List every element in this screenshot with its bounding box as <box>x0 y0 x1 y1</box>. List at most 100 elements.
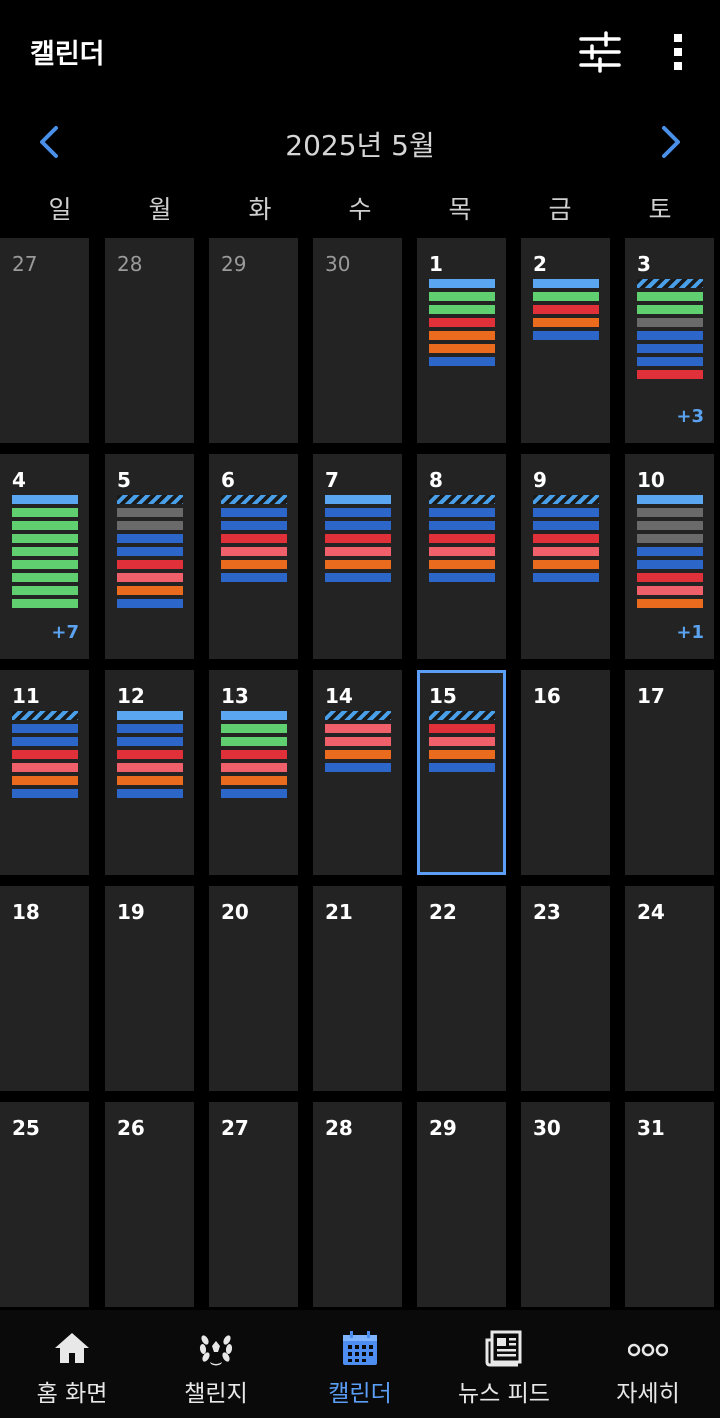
more-events-count: +7 <box>51 622 79 643</box>
event-bar <box>12 586 78 595</box>
calendar-day-cell[interactable]: 25 <box>0 1102 89 1307</box>
calendar-grid: 27 28 29 30 1 2 3 +3 4 +7 5 6 7 8 9 10 +1 11 12 13 14 15 16 17 1… <box>0 238 720 1308</box>
more-events-count: +1 <box>676 622 704 643</box>
day-number: 30 <box>533 1116 561 1140</box>
event-bar-striped <box>12 711 78 720</box>
event-bar <box>533 318 599 327</box>
event-bar <box>12 560 78 569</box>
calendar-day-cell[interactable]: 22 <box>417 886 506 1091</box>
event-bar <box>117 711 183 720</box>
nav-calendar[interactable]: 캘린더 <box>288 1310 432 1418</box>
calendar-day-cell[interactable]: 26 <box>105 1102 194 1307</box>
calendar-day-cell[interactable]: 11 <box>0 670 89 875</box>
calendar-day-cell[interactable]: 10 +1 <box>625 454 714 659</box>
event-bar <box>429 763 495 772</box>
day-number: 8 <box>429 468 443 492</box>
day-number: 30 <box>325 252 351 276</box>
overflow-menu-button[interactable] <box>660 28 696 76</box>
event-bar <box>12 737 78 746</box>
calendar-day-cell[interactable]: 6 <box>209 454 298 659</box>
calendar-day-cell[interactable]: 19 <box>105 886 194 1091</box>
day-number: 24 <box>637 900 665 924</box>
calendar-day-cell[interactable]: 28 <box>313 1102 402 1307</box>
filter-button[interactable] <box>576 28 624 76</box>
weekday-label: 토 <box>648 195 672 224</box>
event-bar <box>221 763 287 772</box>
event-bar <box>221 521 287 530</box>
event-bar <box>221 737 287 746</box>
calendar-day-cell[interactable]: 8 <box>417 454 506 659</box>
event-bars <box>325 711 391 776</box>
day-number: 6 <box>221 468 235 492</box>
event-bar <box>325 534 391 543</box>
calendar-day-cell[interactable]: 30 <box>313 238 402 443</box>
weekday-label: 화 <box>248 195 272 224</box>
calendar-day-cell[interactable]: 27 <box>0 238 89 443</box>
event-bar <box>533 279 599 288</box>
calendar-day-cell[interactable]: 12 <box>105 670 194 875</box>
calendar-day-cell[interactable]: 17 <box>625 670 714 875</box>
nav-news-feed[interactable]: 뉴스 피드 <box>432 1310 576 1418</box>
event-bar <box>637 599 703 608</box>
event-bar <box>12 534 78 543</box>
nav-home[interactable]: 홈 화면 <box>0 1310 144 1418</box>
event-bar <box>429 292 495 301</box>
calendar-day-cell[interactable]: 18 <box>0 886 89 1091</box>
event-bar-striped <box>533 495 599 504</box>
event-bars <box>221 495 287 586</box>
event-bar <box>637 495 703 504</box>
event-bar <box>637 547 703 556</box>
calendar-day-cell[interactable]: 16 <box>521 670 610 875</box>
next-month-button[interactable] <box>648 118 692 166</box>
event-bars <box>637 279 703 383</box>
event-bar <box>533 560 599 569</box>
day-number: 26 <box>117 1116 145 1140</box>
event-bars <box>12 495 78 612</box>
nav-challenge[interactable]: 챌린지 <box>144 1310 288 1418</box>
event-bar <box>12 573 78 582</box>
calendar-day-cell[interactable]: 29 <box>209 238 298 443</box>
calendar-day-cell[interactable]: 23 <box>521 886 610 1091</box>
calendar-day-cell[interactable]: 13 <box>209 670 298 875</box>
calendar-day-cell[interactable]: 2 <box>521 238 610 443</box>
calendar-day-cell[interactable]: 4 +7 <box>0 454 89 659</box>
event-bar <box>117 737 183 746</box>
day-number: 15 <box>429 684 457 708</box>
event-bar <box>221 560 287 569</box>
day-number: 3 <box>637 252 651 276</box>
calendar-day-cell[interactable]: 27 <box>209 1102 298 1307</box>
event-bar <box>429 521 495 530</box>
event-bar <box>325 737 391 746</box>
calendar-day-cell[interactable]: 3 +3 <box>625 238 714 443</box>
calendar-day-cell[interactable]: 28 <box>105 238 194 443</box>
event-bar <box>325 724 391 733</box>
calendar-day-cell[interactable]: 9 <box>521 454 610 659</box>
calendar-day-cell[interactable]: 29 <box>417 1102 506 1307</box>
calendar-day-cell[interactable]: 14 <box>313 670 402 875</box>
calendar-icon <box>343 1331 377 1365</box>
day-number: 4 <box>12 468 26 492</box>
event-bar <box>12 763 78 772</box>
calendar-day-cell[interactable]: 24 <box>625 886 714 1091</box>
event-bars <box>429 279 495 370</box>
calendar-day-cell[interactable]: 31 <box>625 1102 714 1307</box>
calendar-day-cell[interactable]: 5 <box>105 454 194 659</box>
event-bar <box>429 547 495 556</box>
calendar-day-cell[interactable]: 21 <box>313 886 402 1091</box>
event-bar <box>637 292 703 301</box>
calendar-day-cell[interactable]: 30 <box>521 1102 610 1307</box>
event-bar <box>12 547 78 556</box>
event-bar <box>637 586 703 595</box>
calendar-day-cell-selected[interactable]: 15 <box>417 670 506 875</box>
event-bar <box>325 547 391 556</box>
event-bar <box>117 750 183 759</box>
event-bar <box>117 599 183 608</box>
calendar-day-cell[interactable]: 7 <box>313 454 402 659</box>
event-bar <box>117 776 183 785</box>
calendar-day-cell[interactable]: 20 <box>209 886 298 1091</box>
event-bar <box>429 573 495 582</box>
day-number: 29 <box>429 1116 457 1140</box>
day-number: 27 <box>221 1116 249 1140</box>
calendar-day-cell[interactable]: 1 <box>417 238 506 443</box>
nav-more[interactable]: 자세히 <box>576 1310 720 1418</box>
